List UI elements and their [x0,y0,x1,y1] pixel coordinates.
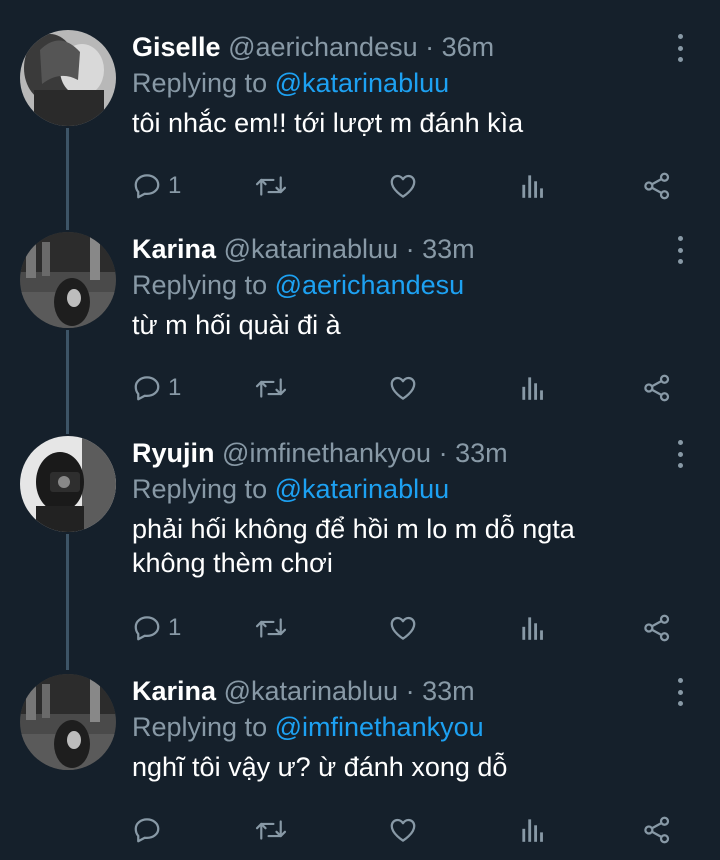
avatar[interactable] [20,30,116,126]
action-bar: 1 [132,610,692,646]
replying-prefix: Replying to [132,474,268,504]
retweet-button[interactable] [254,610,288,646]
retweet-icon [255,176,287,196]
reply-icon [134,818,160,843]
display-name[interactable]: Karina [132,234,216,264]
reply-icon [134,174,160,199]
reply-icon [134,376,160,401]
share-icon [644,172,670,200]
share-button[interactable] [642,370,672,406]
tweet-header: Karina @katarinabluu · 33m [132,674,475,708]
analytics-button[interactable] [520,610,546,646]
share-icon [644,374,670,402]
reply-count: 1 [168,172,182,199]
user-handle[interactable]: @imfinethankyou [222,438,431,468]
replying-to: Replying to @katarinabluu [132,66,449,100]
tweet-text: nghĩ tôi vậy ư? ừ đánh xong dỗ [132,752,508,782]
tweet-text: tôi nhắc em!! tới lượt m đánh kìa [132,108,524,138]
more-vertical-icon[interactable] [670,440,690,468]
reply-button[interactable] [132,812,168,848]
replying-prefix: Replying to [132,712,268,742]
display-name[interactable]: Ryujin [132,438,215,468]
separator-dot: · [405,234,415,264]
like-button[interactable] [388,168,418,204]
replying-to: Replying to @aerichandesu [132,268,464,302]
user-handle[interactable]: @katarinabluu [224,676,399,706]
replying-to-handle[interactable]: @aerichandesu [275,270,465,300]
heart-icon [390,174,416,198]
like-button[interactable] [388,610,418,646]
replying-to: Replying to @imfinethankyou [132,710,484,744]
avatar[interactable] [20,674,116,770]
timestamp[interactable]: 33m [422,234,475,264]
more-vertical-icon[interactable] [670,236,690,264]
reply-button[interactable]: 1 [132,610,181,646]
retweet-button[interactable] [254,812,288,848]
replying-to-handle[interactable]: @imfinethankyou [275,712,484,742]
share-button[interactable] [642,812,672,848]
thread-line [66,534,69,670]
separator-dot: · [438,438,448,468]
share-icon [644,816,670,844]
user-handle[interactable]: @aerichandesu [228,32,418,62]
timestamp[interactable]: 36m [442,32,495,62]
analytics-button[interactable] [520,812,546,848]
analytics-button[interactable] [520,370,546,406]
separator-dot: · [405,676,415,706]
reply-count: 1 [168,374,182,401]
replying-prefix: Replying to [132,68,268,98]
timestamp[interactable]: 33m [422,676,475,706]
retweet-icon [255,820,287,840]
thread-line [66,330,69,434]
reply-button[interactable]: 1 [132,370,181,406]
separator-dot: · [425,32,435,62]
analytics-icon [522,819,543,842]
analytics-icon [522,175,543,198]
replying-prefix: Replying to [132,270,268,300]
avatar[interactable] [20,232,116,328]
like-button[interactable] [388,812,418,848]
more-vertical-icon[interactable] [670,34,690,62]
retweet-icon [255,618,287,638]
thread-line [66,128,69,230]
retweet-icon [255,378,287,398]
reply-count: 1 [168,614,182,641]
share-icon [644,614,670,642]
analytics-icon [522,617,543,640]
reply-button[interactable]: 1 [132,168,181,204]
heart-icon [390,376,416,400]
action-bar: 1 [132,168,692,204]
user-handle[interactable]: @katarinabluu [224,234,399,264]
timestamp[interactable]: 33m [455,438,508,468]
action-bar: 1 [132,370,692,406]
heart-icon [390,616,416,640]
retweet-button[interactable] [254,168,288,204]
tweet-text: phải hối không để hồi m lo m dỗ ngta khô… [132,514,575,578]
tweet-header: Giselle @aerichandesu · 36m [132,30,494,64]
share-button[interactable] [642,610,672,646]
avatar[interactable] [20,436,116,532]
tweet-header: Karina @katarinabluu · 33m [132,232,475,266]
replying-to: Replying to @katarinabluu [132,472,449,506]
tweet-text: từ m hối quài đi à [132,310,341,340]
analytics-icon [522,377,543,400]
share-button[interactable] [642,168,672,204]
retweet-button[interactable] [254,370,288,406]
more-vertical-icon[interactable] [670,678,690,706]
replying-to-handle[interactable]: @katarinabluu [275,474,450,504]
analytics-button[interactable] [520,168,546,204]
tweet-header: Ryujin @imfinethankyou · 33m [132,436,508,470]
like-button[interactable] [388,370,418,406]
display-name[interactable]: Karina [132,676,216,706]
display-name[interactable]: Giselle [132,32,221,62]
replying-to-handle[interactable]: @katarinabluu [275,68,450,98]
heart-icon [390,818,416,842]
action-bar [132,812,692,848]
reply-icon [134,616,160,641]
